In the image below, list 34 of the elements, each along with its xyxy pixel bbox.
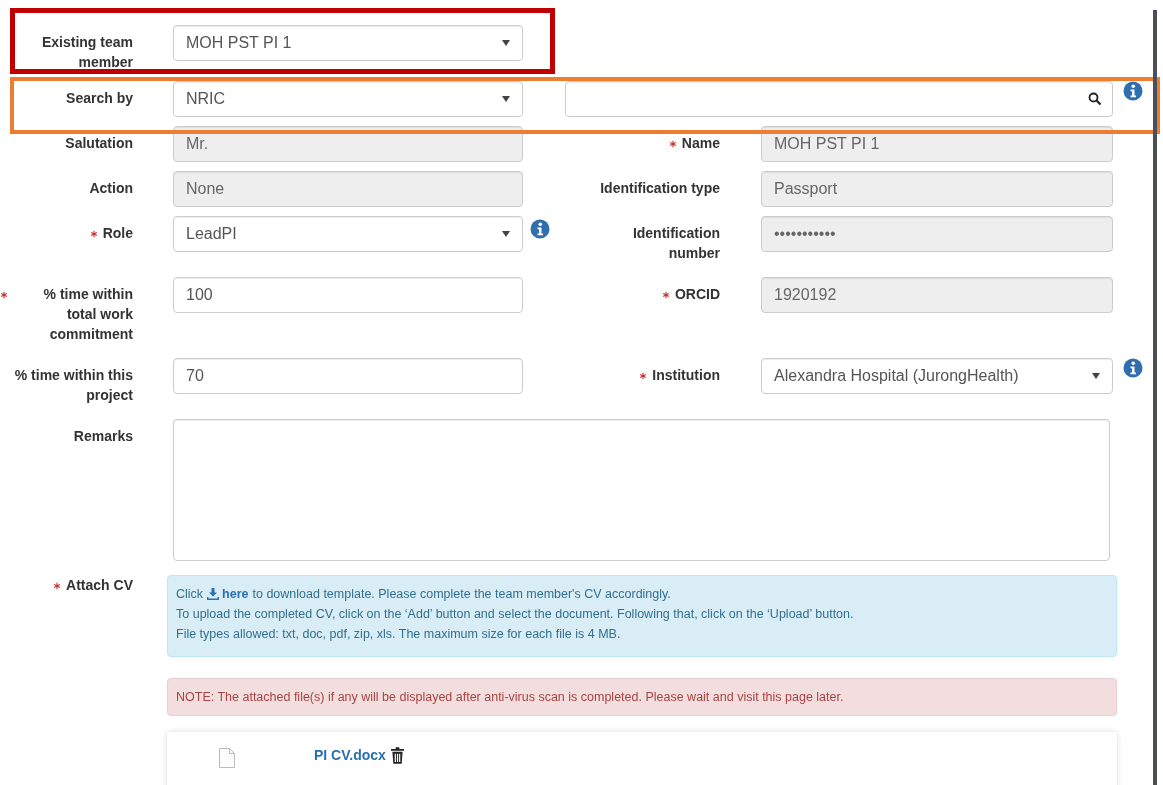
info-icon[interactable]: [1123, 358, 1143, 378]
field-label: Search by: [66, 89, 133, 108]
download-icon: [207, 588, 220, 600]
info-icon[interactable]: [1123, 81, 1143, 101]
caret-icon: [502, 40, 510, 46]
info-icon[interactable]: [530, 219, 550, 239]
search-field[interactable]: [565, 81, 1113, 117]
input-field[interactable]: 100: [173, 277, 523, 313]
input-field[interactable]: 70: [173, 358, 523, 394]
note-alert: NOTE: The attached file(s) if any will be displayed after anti-virus scan is completed. Please wait and visit this page later.: [167, 678, 1117, 716]
field-label: Identification number: [631, 224, 720, 263]
field-label: Identification type: [600, 179, 720, 198]
select-field[interactable]: LeadPI: [173, 216, 523, 252]
field-label: Action: [89, 179, 133, 198]
caret-icon: [1092, 373, 1100, 379]
caret-icon: [502, 96, 510, 102]
field-label: Salutation: [65, 134, 133, 153]
field-label: Existing team member: [40, 33, 133, 72]
file-icon: [219, 748, 235, 768]
download-link[interactable]: here: [207, 584, 249, 604]
alert-text: Click: [176, 586, 204, 603]
file-link[interactable]: PI CV.docx: [314, 747, 386, 763]
search-icon[interactable]: [1088, 92, 1102, 106]
field-label: Remarks: [73, 427, 133, 446]
select-field[interactable]: NRIC: [173, 81, 523, 117]
select-field[interactable]: Alexandra Hospital (JurongHealth): [761, 358, 1113, 394]
alert-text: To upload the completed CV, click on the ‘Add’ button and select the document. Following that, click on the ‘Upload’ button.: [176, 606, 854, 623]
trash-icon[interactable]: [390, 746, 404, 764]
select-field[interactable]: MOH PST PI 1: [173, 25, 523, 61]
caret-icon: [502, 231, 510, 237]
field-label: % time within this project: [13, 366, 133, 405]
remarks-field[interactable]: [173, 419, 1110, 561]
alert-text: to download template. Please complete the team member's CV accordingly.: [252, 586, 671, 603]
alert-text: File types allowed: txt, doc, pdf, zip, xls. The maximum size for each file is 4 MB.: [176, 626, 621, 643]
